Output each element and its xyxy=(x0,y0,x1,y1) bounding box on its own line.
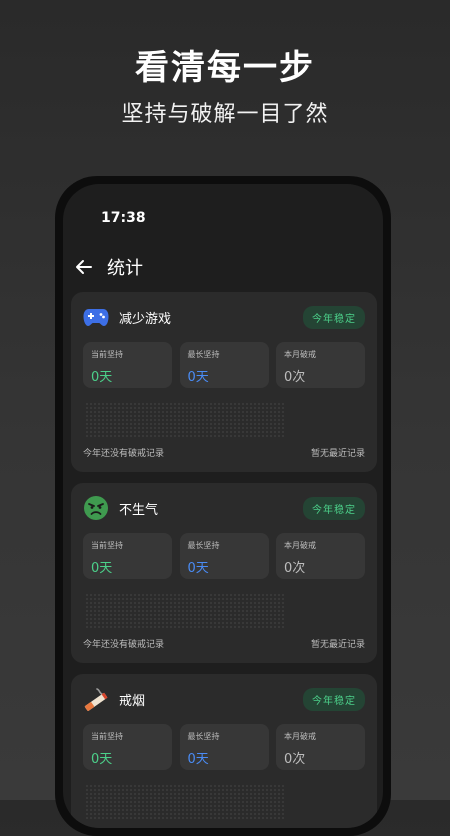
stat-value: 0天 xyxy=(187,561,209,576)
phone-screen: 17:38 统计 减少游戏 今年稳定 当前坚持 0天 最长坚持 0天 本月破戒 … xyxy=(63,184,383,828)
year-heatmap xyxy=(85,593,285,629)
stat-value: 0天 xyxy=(187,752,209,767)
habit-card-anger[interactable]: 不生气 今年稳定 当前坚持 0天 最长坚持 0天 本月破戒 0次 今年还没有破戒… xyxy=(71,483,377,663)
footer-note: 今年还没有破戒记录 xyxy=(83,449,165,459)
stat-value: 0天 xyxy=(91,561,113,576)
stat-value: 0次 xyxy=(284,752,306,767)
stat-current-streak: 当前坚持 0天 xyxy=(83,533,172,579)
stat-month-breaks: 本月破戒 0次 xyxy=(276,724,365,770)
recent-record: 暂无最近记录 xyxy=(310,449,365,459)
stat-label: 本月破戒 xyxy=(284,541,316,550)
stat-label: 当前坚持 xyxy=(91,541,123,550)
stat-value: 0天 xyxy=(91,752,113,767)
stat-label: 最长坚持 xyxy=(187,350,220,359)
stat-label: 本月破戒 xyxy=(284,350,316,359)
stat-longest-streak: 最长坚持 0天 xyxy=(179,724,269,770)
stat-label: 当前坚持 xyxy=(91,732,123,741)
status-time: 17:38 xyxy=(101,210,146,226)
gamepad-icon xyxy=(83,304,109,330)
stat-label: 最长坚持 xyxy=(187,732,220,741)
stat-month-breaks: 本月破戒 0次 xyxy=(276,533,365,579)
stat-current-streak: 当前坚持 0天 xyxy=(83,724,172,770)
stat-longest-streak: 最长坚持 0天 xyxy=(179,342,269,388)
stat-longest-streak: 最长坚持 0天 xyxy=(179,533,269,579)
stat-value: 0次 xyxy=(284,370,306,385)
habit-name: 戒烟 xyxy=(119,693,146,709)
stat-label: 本月破戒 xyxy=(284,732,316,741)
habit-name: 不生气 xyxy=(119,502,159,518)
page-title: 统计 xyxy=(107,258,143,279)
habit-name: 减少游戏 xyxy=(119,311,172,327)
stat-current-streak: 当前坚持 0天 xyxy=(83,342,172,388)
phone-frame: 17:38 统计 减少游戏 今年稳定 当前坚持 0天 最长坚持 0天 本月破戒 … xyxy=(55,176,391,836)
year-heatmap xyxy=(85,402,285,438)
back-arrow-icon[interactable] xyxy=(75,257,95,277)
habit-card-games[interactable]: 减少游戏 今年稳定 当前坚持 0天 最长坚持 0天 本月破戒 0次 今年还没有破… xyxy=(71,292,377,472)
status-badge: 今年稳定 xyxy=(303,305,365,329)
habit-card-smoking[interactable]: 戒烟 今年稳定 当前坚持 0天 最长坚持 0天 本月破戒 0次 xyxy=(71,674,377,828)
angry-face-icon xyxy=(83,495,109,521)
promo-subtitle: 坚持与破解一目了然 xyxy=(121,102,329,127)
status-badge: 今年稳定 xyxy=(303,496,365,520)
stat-month-breaks: 本月破戒 0次 xyxy=(276,342,365,388)
footer-note: 今年还没有破戒记录 xyxy=(83,640,165,650)
promo-title: 看清每一步 xyxy=(135,48,315,88)
stat-value: 0次 xyxy=(284,561,306,576)
top-bar: 统计 xyxy=(75,252,143,282)
year-heatmap xyxy=(85,784,285,820)
recent-record: 暂无最近记录 xyxy=(310,640,365,650)
stat-label: 最长坚持 xyxy=(187,541,220,550)
stat-label: 当前坚持 xyxy=(91,350,123,359)
stat-value: 0天 xyxy=(187,370,209,385)
stat-value: 0天 xyxy=(91,370,113,385)
cigarette-icon xyxy=(83,686,109,712)
status-badge: 今年稳定 xyxy=(303,687,365,711)
